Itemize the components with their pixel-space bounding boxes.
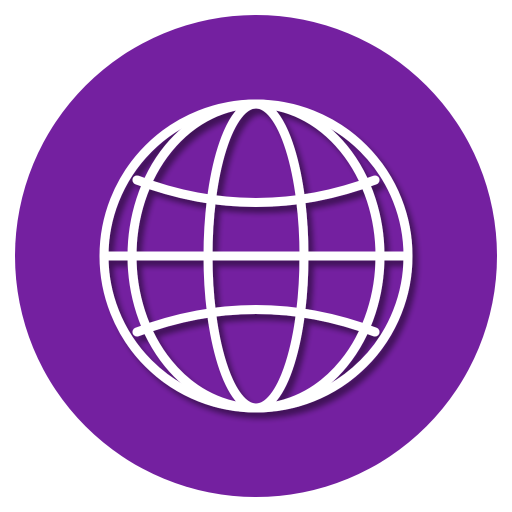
app-icon (0, 0, 512, 512)
globe-icon (15, 15, 497, 497)
